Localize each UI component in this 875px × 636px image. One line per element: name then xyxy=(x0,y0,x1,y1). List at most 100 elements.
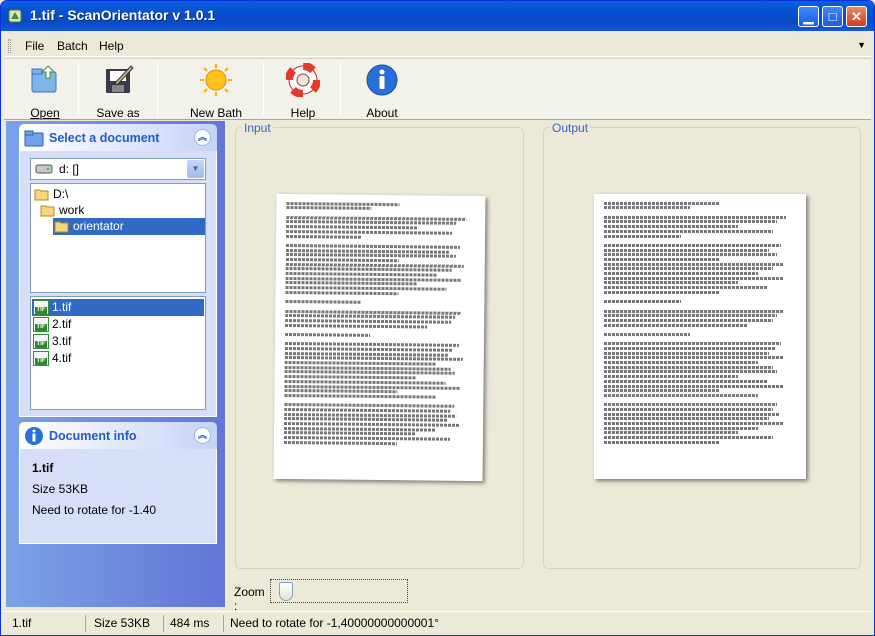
document-text-line xyxy=(285,272,437,277)
folder-item-orientator[interactable]: orientator xyxy=(53,218,205,235)
document-info-header[interactable]: Document info ︽ xyxy=(19,422,217,449)
tif-file-icon: TIF xyxy=(33,317,49,332)
document-text-line xyxy=(284,361,436,366)
menu-help[interactable]: Help xyxy=(99,39,124,53)
new-batch-button[interactable]: New Bath xyxy=(188,63,244,120)
drive-value: d: [] xyxy=(59,162,80,176)
document-text-line xyxy=(604,257,720,261)
folder-open-icon xyxy=(54,221,69,233)
output-label: Output xyxy=(550,121,591,135)
toolbar-separator xyxy=(78,62,79,116)
chevron-down-icon[interactable]: ▼ xyxy=(187,160,204,178)
open-folder-icon xyxy=(31,65,57,93)
document-text-line xyxy=(604,356,785,360)
document-text-line xyxy=(604,225,739,229)
window-title: 1.tif - ScanOrientator v 1.0.1 xyxy=(30,7,216,23)
select-document-header[interactable]: Select a document ︽ xyxy=(19,124,217,151)
document-text-line xyxy=(286,234,362,239)
input-document-preview[interactable] xyxy=(273,193,486,482)
menu-file[interactable]: File xyxy=(25,39,44,53)
drive-select[interactable]: d: [] ▼ xyxy=(30,158,206,180)
file-list[interactable]: TIF 1.tif TIF 2.tif TIF 3.tif TIF 4.tif xyxy=(30,296,206,410)
save-as-icon xyxy=(106,65,134,93)
tif-file-icon: TIF xyxy=(33,351,49,366)
help-button[interactable]: Help xyxy=(283,62,323,120)
folder-item-work[interactable]: work xyxy=(39,202,159,219)
document-text-line xyxy=(604,332,691,336)
about-button[interactable]: About xyxy=(360,63,404,120)
document-info-body: 1.tif Size 53KB Need to rotate for -1.40 xyxy=(19,449,217,544)
document-size: Size 53KB xyxy=(32,482,89,496)
document-text-line xyxy=(604,323,748,327)
folder-label: orientator xyxy=(73,219,124,233)
document-text-line xyxy=(604,220,777,224)
document-text-line xyxy=(604,276,783,280)
menu-batch[interactable]: Batch xyxy=(57,39,88,53)
maximize-button[interactable]: □ xyxy=(822,6,843,27)
document-text-line xyxy=(604,318,773,322)
document-text-line xyxy=(285,290,399,295)
document-text-line xyxy=(604,431,739,435)
document-text-line xyxy=(604,234,681,238)
minimize-button[interactable]: ▁ xyxy=(798,6,819,27)
document-text-line xyxy=(604,370,777,374)
lifebuoy-help-icon xyxy=(285,62,321,98)
folder-open-icon xyxy=(40,205,55,217)
document-text-line xyxy=(285,257,400,263)
file-item[interactable]: TIF 2.tif xyxy=(32,316,204,333)
document-text-line xyxy=(604,379,768,383)
folder-item-root[interactable]: D:\ xyxy=(33,186,153,203)
close-button[interactable]: ✕ xyxy=(846,6,867,27)
new-batch-sun-icon xyxy=(200,64,232,96)
file-item[interactable]: TIF 4.tif xyxy=(32,350,204,367)
folder-tree[interactable]: D:\ work orientator xyxy=(30,183,206,293)
zoom-slider[interactable] xyxy=(270,579,408,603)
file-label: 2.tif xyxy=(52,317,72,331)
help-label: Help xyxy=(290,106,316,120)
document-text-line xyxy=(284,393,436,399)
folder-open-icon xyxy=(34,189,49,201)
folder-label: D:\ xyxy=(53,187,69,201)
file-label: 3.tif xyxy=(52,334,72,348)
collapse-icon[interactable]: ︽ xyxy=(194,129,211,146)
zoom-slider-thumb[interactable] xyxy=(279,582,293,601)
output-document-preview[interactable] xyxy=(594,194,806,479)
document-text-line xyxy=(284,426,436,432)
folder-icon xyxy=(24,130,44,147)
status-message: Need to rotate for -1,40000000000001° xyxy=(230,616,439,630)
document-text-line xyxy=(604,290,720,294)
save-as-button[interactable]: Save as xyxy=(92,63,144,120)
document-text-line xyxy=(604,417,770,421)
app-window: 1.tif - ScanOrientator v 1.0.1 ▁ □ ✕ Fil… xyxy=(0,0,875,636)
toolbar-separator xyxy=(263,62,264,116)
menu-overflow-icon[interactable]: ▼ xyxy=(857,40,866,50)
menu-grip xyxy=(8,39,11,53)
document-text-line xyxy=(604,440,720,444)
open-button[interactable]: Open xyxy=(24,63,66,120)
task-panel: Select a document ︽ d: [] ▼ D:\ work ori… xyxy=(6,121,225,607)
select-document-group: Select a document ︽ d: [] ▼ D:\ work ori… xyxy=(19,124,217,417)
app-icon xyxy=(8,9,22,23)
file-label: 4.tif xyxy=(52,351,72,365)
document-text-line xyxy=(604,375,739,379)
document-text-line xyxy=(604,267,773,271)
title-bar[interactable]: 1.tif - ScanOrientator v 1.0.1 ▁ □ ✕ xyxy=(1,1,874,31)
document-name: 1.tif xyxy=(32,461,54,475)
document-text-line xyxy=(604,229,773,233)
about-label: About xyxy=(366,106,398,120)
info-icon xyxy=(25,427,43,445)
collapse-icon[interactable]: ︽ xyxy=(194,427,211,444)
file-item[interactable]: TIF 3.tif xyxy=(32,333,204,350)
document-text-line xyxy=(604,342,781,346)
document-text-line xyxy=(285,300,361,304)
document-text-line xyxy=(604,314,777,318)
tif-file-icon: TIF xyxy=(33,334,49,349)
file-item[interactable]: TIF 1.tif xyxy=(32,299,204,316)
document-text-line xyxy=(604,243,781,247)
document-text-line xyxy=(604,407,773,411)
document-text-line xyxy=(604,347,775,350)
toolbar-separator xyxy=(157,62,158,116)
document-text-line xyxy=(604,253,777,257)
document-text-line xyxy=(284,389,398,394)
document-text-line xyxy=(604,426,758,430)
